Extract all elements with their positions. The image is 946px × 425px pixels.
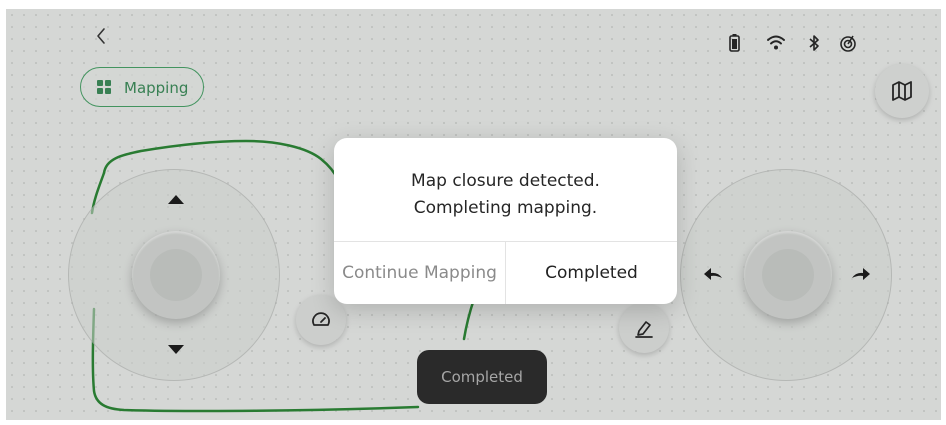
mapping-screen: Mapping Completed Map closure detected. … (6, 9, 941, 420)
dialog-message-line2: Completing mapping. (413, 198, 598, 218)
toast: Completed (417, 350, 547, 404)
dialog-message-line1: Map closure detected. (411, 171, 600, 191)
dialog-message: Map closure detected. Completing mapping… (334, 168, 677, 222)
toast-text: Completed (441, 368, 523, 386)
completed-button[interactable]: Completed (506, 242, 677, 304)
screen: Mapping Completed Map closure detected. … (0, 0, 946, 425)
continue-mapping-button[interactable]: Continue Mapping (334, 242, 505, 304)
map-closure-dialog: Map closure detected. Completing mapping… (334, 138, 677, 304)
